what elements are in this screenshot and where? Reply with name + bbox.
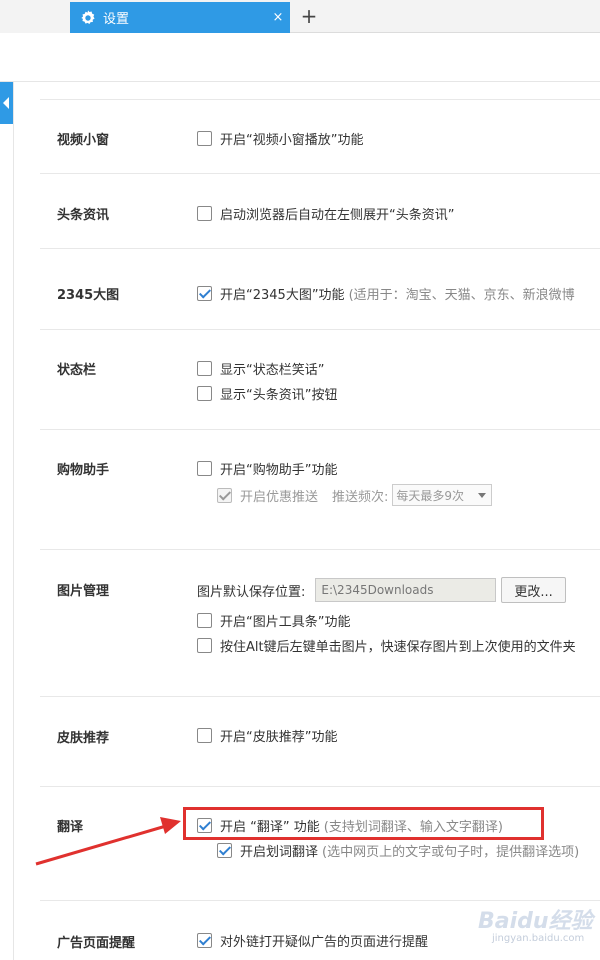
option-hint: (适用于：淘宝、天猫、京东、新浪微博 [348, 288, 575, 303]
option-label: 按住Alt键后左键单击图片，快速保存图片到上次使用的文件夹 [220, 640, 576, 655]
divider [40, 786, 600, 787]
path-label: 图片默认保存位置: [197, 584, 306, 600]
watermark-site: jingyan.baidu.com [492, 933, 585, 944]
toolbar [0, 34, 600, 82]
option-hint: (选中网页上的文字或句子时，提供翻译选项) [322, 845, 580, 860]
checkbox[interactable] [197, 613, 212, 628]
option-video-popout[interactable]: 开启“视频小窗播放”功能 [197, 129, 363, 148]
option-label: 显示“头条资讯”按钮 [220, 388, 338, 403]
tab-settings[interactable]: 设置 × [70, 2, 290, 33]
divider [40, 329, 600, 330]
checkbox[interactable] [197, 206, 212, 221]
section-title-ads: 广告页面提醒 [57, 936, 136, 951]
checkbox-checked-disabled[interactable] [217, 487, 232, 503]
checkbox[interactable] [197, 728, 212, 743]
chevron-down-icon [478, 493, 487, 498]
save-path-input[interactable]: E:\2345Downloads [315, 578, 497, 602]
tab-strip: 设置 × + [0, 0, 600, 33]
section-title-shopping: 购物助手 [57, 463, 110, 478]
option-word-translate[interactable]: 开启划词翻译 (选中网页上的文字或句子时，提供翻译选项) [217, 841, 579, 860]
option-label: 开启“皮肤推荐”功能 [220, 730, 338, 745]
tab-strip-empty [0, 0, 70, 33]
option-bigimg[interactable]: 开启“2345大图”功能 (适用于：淘宝、天猫、京东、新浪微博 [197, 284, 575, 303]
checkbox[interactable] [197, 386, 212, 401]
panel-border [13, 82, 14, 960]
section-title-bigimg: 2345大图 [57, 288, 120, 303]
close-tab-button[interactable]: × [266, 10, 290, 25]
option-skin-recommend[interactable]: 开启“皮肤推荐”功能 [197, 726, 337, 745]
section-title-images: 图片管理 [57, 584, 110, 599]
option-label: 显示“状态栏笑话” [220, 363, 325, 378]
option-image-toolbar[interactable]: 开启“图片工具条”功能 [197, 611, 350, 630]
tab-title: 设置 [103, 12, 130, 27]
checkbox[interactable] [197, 461, 212, 476]
section-title-video: 视频小窗 [57, 133, 110, 148]
option-label: 开启“购物助手”功能 [220, 463, 338, 478]
checkbox-checked[interactable] [217, 843, 232, 858]
push-frequency-select[interactable]: 每天最多9次 [392, 484, 493, 506]
option-statusbar-news-button[interactable]: 显示“头条资讯”按钮 [197, 384, 337, 403]
option-news-autoexpand[interactable]: 启动浏览器后自动在左侧展开“头条资讯” [197, 204, 454, 223]
option-label: 开启优惠推送 [240, 489, 319, 505]
option-shopping-assistant[interactable]: 开启“购物助手”功能 [197, 459, 337, 478]
divider [40, 99, 600, 100]
divider [40, 248, 600, 249]
option-label: 开启“图片工具条”功能 [220, 615, 351, 630]
divider [40, 173, 600, 174]
divider [40, 429, 600, 430]
option-label: 开启“2345大图”功能 [220, 288, 345, 303]
watermark-logo: Baidu经验 jingyan.baidu.com [478, 895, 598, 955]
option-ad-warning[interactable]: 对外链打开疑似广告的页面进行提醒 [197, 931, 428, 950]
option-statusbar-jokes[interactable]: 显示“状态栏笑话” [197, 359, 324, 378]
select-value: 每天最多9次 [396, 488, 465, 503]
option-label: 开启“视频小窗播放”功能 [220, 133, 364, 148]
watermark-brand: Baidu经验 [478, 909, 593, 934]
section-title-news: 头条资讯 [57, 208, 110, 223]
section-title-skin: 皮肤推荐 [57, 731, 110, 746]
change-path-button[interactable]: 更改... [501, 577, 566, 603]
checkbox[interactable] [197, 638, 212, 653]
section-title-translate: 翻译 [57, 820, 84, 835]
checkbox[interactable] [197, 131, 212, 146]
sidebar-collapse-toggle[interactable] [0, 82, 14, 124]
annotation-highlight-box [183, 807, 544, 840]
section-title-statusbar: 状态栏 [57, 363, 97, 378]
option-shopping-push[interactable]: 开启优惠推送 推送频次: 每天最多9次 [217, 484, 493, 506]
gear-icon [81, 9, 95, 24]
option-alt-click-save[interactable]: 按住Alt键后左键单击图片，快速保存图片到上次使用的文件夹 [197, 636, 576, 655]
push-frequency-label: 推送频次: [332, 489, 389, 505]
checkbox-checked[interactable] [197, 286, 212, 301]
image-save-path-row: 图片默认保存位置: E:\2345Downloads 更改... [197, 577, 566, 603]
new-tab-button[interactable]: + [296, 4, 322, 30]
checkbox-checked[interactable] [197, 933, 212, 948]
divider [40, 696, 600, 697]
divider [40, 549, 600, 550]
option-label: 启动浏览器后自动在左侧展开“头条资讯” [220, 208, 455, 223]
option-label: 开启划词翻译 [240, 845, 319, 860]
chevron-left-icon [3, 97, 9, 109]
checkbox[interactable] [197, 361, 212, 376]
option-label: 对外链打开疑似广告的页面进行提醒 [220, 935, 429, 950]
